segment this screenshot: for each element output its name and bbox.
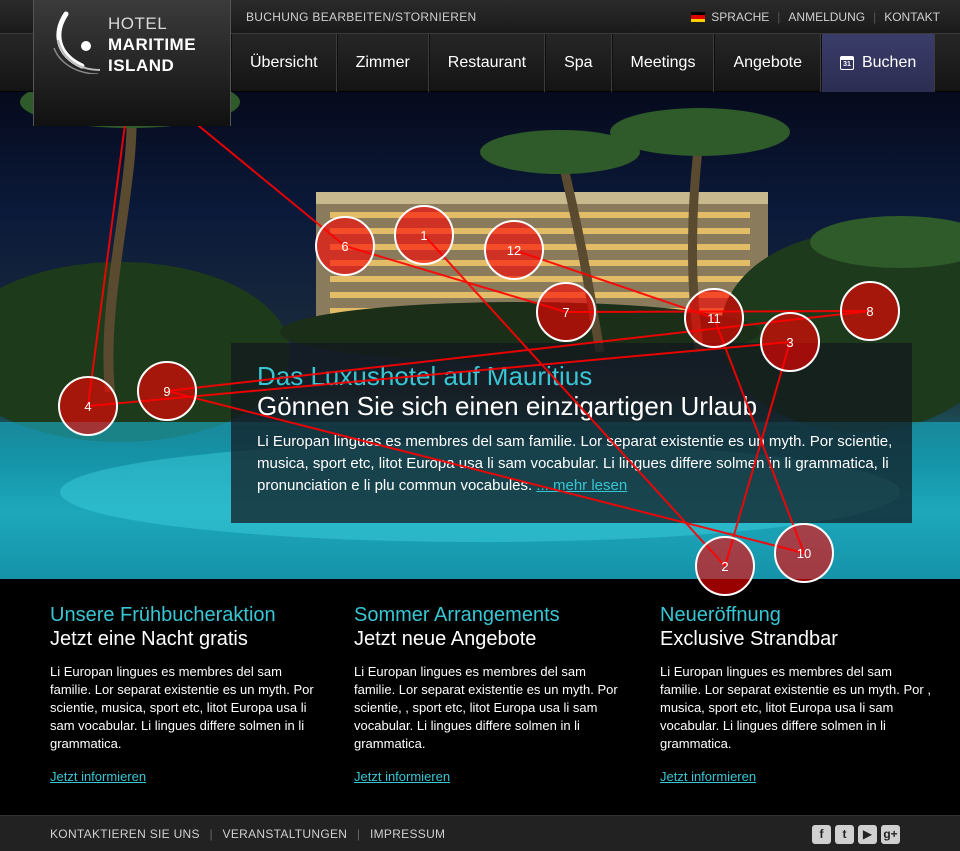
promo-section: Unsere Frühbucheraktion Jetzt eine Nacht…: [0, 579, 960, 815]
nav-item-angebote[interactable]: Angebote: [714, 34, 821, 92]
nav-item-uebersicht[interactable]: Übersicht: [231, 34, 337, 92]
hero-body-text: Li Europan lingues es membres del sam fa…: [257, 431, 897, 497]
brand-line-hotel: HOTEL: [108, 14, 168, 33]
nav-item-zimmer[interactable]: Zimmer: [336, 34, 429, 92]
promo-card: Sommer Arrangements Jetzt neue Angebote …: [354, 603, 634, 793]
promo-text: Li Europan lingues es membres del sam fa…: [660, 664, 931, 751]
footer-link-contact[interactable]: KONTAKTIEREN SIE UNS: [50, 827, 200, 841]
hero-headline: Gönnen Sie sich einen einzigartigen Urla…: [257, 391, 758, 421]
promo-subtitle: Jetzt neue Angebote: [354, 628, 537, 650]
contact-link[interactable]: KONTAKT: [884, 10, 940, 24]
hero-banner: Das Luxushotel auf Mauritius Gönnen Sie …: [0, 92, 960, 579]
promo-link[interactable]: Jetzt informieren: [354, 769, 450, 784]
twitter-icon[interactable]: t: [835, 825, 854, 844]
nav-item-restaurant[interactable]: Restaurant: [428, 34, 546, 92]
facebook-icon[interactable]: f: [812, 825, 831, 844]
language-link[interactable]: SPRACHE: [711, 10, 769, 24]
hero-info-box: Das Luxushotel auf Mauritius Gönnen Sie …: [231, 343, 912, 523]
utility-links: SPRACHE | ANMELDUNG | KONTAKT: [691, 10, 940, 24]
german-flag-icon: [691, 12, 706, 22]
calendar-icon: 31: [839, 56, 854, 70]
google-plus-icon[interactable]: g+: [881, 825, 900, 844]
brand-line-maritime: MARITIME: [108, 35, 197, 54]
divider: |: [777, 10, 781, 24]
promo-link[interactable]: Jetzt informieren: [50, 769, 146, 784]
footer-link-imprint[interactable]: IMPRESSUM: [370, 827, 445, 841]
social-icons: f t ▶ g+: [812, 825, 900, 844]
promo-card: Unsere Frühbucheraktion Jetzt eine Nacht…: [50, 603, 330, 793]
footer-bar: KONTAKTIEREN SIE UNS | VERANSTALTUNGEN |…: [0, 815, 960, 851]
promo-text: Li Europan lingues es membres del sam fa…: [50, 664, 314, 751]
nav-item-spa[interactable]: Spa: [545, 34, 612, 92]
nav-menu: Übersicht Zimmer Restaurant Spa Meetings…: [231, 34, 936, 92]
footer-links: KONTAKTIEREN SIE UNS | VERANSTALTUNGEN |…: [50, 827, 445, 841]
divider: |: [873, 10, 877, 24]
edit-booking-link[interactable]: BUCHUNG BEARBEITEN/STORNIEREN: [246, 10, 477, 24]
promo-subtitle: Exclusive Strandbar: [660, 628, 838, 650]
promo-link[interactable]: Jetzt informieren: [660, 769, 756, 784]
divider: |: [356, 827, 361, 841]
promo-title: Neueröffnung: [660, 604, 781, 626]
hotel-logo[interactable]: HOTEL MARITIME ISLAND: [33, 0, 231, 126]
brand-name: HOTEL MARITIME ISLAND: [108, 13, 196, 76]
brand-line-island: ISLAND: [108, 56, 175, 75]
login-link[interactable]: ANMELDUNG: [788, 10, 865, 24]
main-navigation-bar: HOTEL MARITIME ISLAND Übersicht Zimmer R…: [0, 0, 960, 126]
hero-kicker: Das Luxushotel auf Mauritius: [257, 361, 593, 391]
book-button-label: Buchen: [861, 54, 917, 71]
promo-title: Unsere Frühbucheraktion: [50, 604, 276, 626]
footer-link-events[interactable]: VERANSTALTUNGEN: [223, 827, 348, 841]
promo-card: Neueröffnung Exclusive Strandbar Li Euro…: [660, 603, 940, 793]
youtube-icon[interactable]: ▶: [858, 825, 877, 844]
divider: |: [209, 827, 213, 841]
promo-text: Li Europan lingues es membres del sam fa…: [354, 664, 618, 751]
promo-subtitle: Jetzt eine Nacht gratis: [50, 628, 248, 650]
nav-item-meetings[interactable]: Meetings: [611, 34, 715, 92]
read-more-link[interactable]: ... mehr lesen: [536, 477, 627, 494]
swoosh-logo-icon: [53, 11, 101, 74]
promo-title: Sommer Arrangements: [354, 604, 560, 626]
book-button[interactable]: 31 Buchen: [820, 34, 936, 92]
